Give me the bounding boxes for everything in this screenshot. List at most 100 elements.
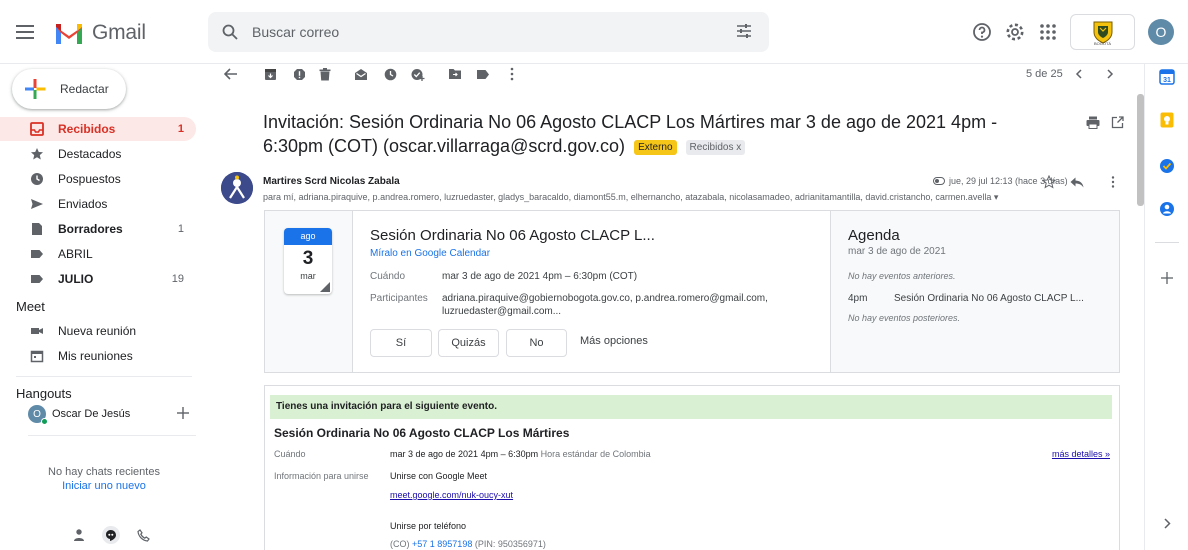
- calendar-day: 3: [302, 248, 314, 269]
- google-calendar-icon[interactable]: 31: [1158, 68, 1176, 86]
- contacts-person-icon[interactable]: [70, 526, 88, 544]
- mark-unread-icon[interactable]: [351, 64, 371, 84]
- unread-count: 1: [177, 123, 184, 135]
- label-tag-icon[interactable]: [473, 64, 493, 84]
- search-icon[interactable]: [222, 24, 238, 40]
- search-input[interactable]: [252, 24, 672, 40]
- rsvp-no-button[interactable]: No: [506, 329, 567, 357]
- compose-button[interactable]: Redactar: [12, 69, 126, 109]
- help-icon[interactable]: [970, 20, 994, 44]
- phone-country: (CO): [390, 539, 410, 549]
- star-message-icon[interactable]: [1042, 175, 1056, 189]
- meet-link[interactable]: meet.google.com/nuk-oucy-xut: [390, 490, 513, 500]
- older-chevron-right-icon[interactable]: [1104, 68, 1116, 80]
- scrollbar-thumb[interactable]: [1137, 94, 1144, 206]
- view-in-calendar-link[interactable]: Míralo en Google Calendar: [370, 248, 490, 259]
- nav-item-starred[interactable]: Destacados: [0, 142, 196, 166]
- event-title: Sesión Ordinaria No 06 Agosto CLACP L...: [370, 227, 655, 244]
- reply-arrow-icon[interactable]: [1070, 175, 1084, 189]
- agenda-event-title: Sesión Ordinaria No 06 Agosto CLACP L...: [894, 293, 1084, 304]
- google-keep-icon[interactable]: [1158, 111, 1176, 129]
- nav-item-inbox[interactable]: Recibidos 1: [0, 117, 196, 141]
- google-tasks-icon[interactable]: [1158, 157, 1176, 175]
- star-icon: [30, 147, 44, 161]
- apps-grid-icon[interactable]: [1036, 20, 1060, 44]
- rsvp-yes-button[interactable]: Sí: [370, 329, 432, 357]
- external-label-chip[interactable]: Externo: [634, 139, 677, 155]
- nav-item-label: Destacados: [58, 147, 122, 161]
- more-details-link[interactable]: más detalles »: [1052, 449, 1110, 459]
- agenda-title: Agenda: [848, 227, 900, 244]
- message-more-icon[interactable]: [1106, 175, 1120, 189]
- account-avatar[interactable]: O: [1148, 19, 1174, 45]
- nav-item-label: JULIO: [58, 272, 94, 286]
- main-menu-icon[interactable]: [14, 20, 38, 44]
- move-to-folder-icon[interactable]: [445, 64, 465, 84]
- nav-item-sent[interactable]: Enviados: [0, 192, 196, 216]
- phone-number-link[interactable]: +57 1 8957198: [412, 539, 472, 549]
- participants-value-more[interactable]: luzruedaster@gmail.com...: [442, 305, 561, 318]
- meet-my-meetings[interactable]: Mis reuniones: [0, 344, 196, 368]
- hangouts-user[interactable]: O Oscar De Jesús: [28, 405, 196, 425]
- meet-new-meeting[interactable]: Nueva reunión: [0, 319, 196, 343]
- start-new-chat-link[interactable]: Iniciar uno nuevo: [0, 480, 208, 492]
- agenda-date: mar 3 de ago de 2021: [848, 246, 946, 257]
- side-panel-divider: [1155, 242, 1179, 243]
- sender-avatar[interactable]: [221, 172, 253, 204]
- snooze-clock-icon[interactable]: [380, 64, 400, 84]
- gmail-m-icon: [56, 24, 82, 44]
- when-value: mar 3 de ago de 2021 4pm – 6:30pm (COT): [442, 271, 638, 282]
- nav-item-label-abril[interactable]: ABRIL: [0, 242, 196, 266]
- back-arrow-icon[interactable]: [221, 64, 241, 84]
- invitation-title: Sesión Ordinaria No 06 Agosto CLACP Los …: [274, 426, 570, 440]
- phone-call-icon[interactable]: [134, 526, 152, 544]
- calendar-invite-card: ago 3 mar Sesión Ordinaria No 06 Agosto …: [264, 210, 1120, 373]
- rsvp-more-options[interactable]: Más opciones: [580, 335, 648, 347]
- meet-url[interactable]: meet.google.com/nuk-oucy-xut: [390, 490, 513, 500]
- message-scrollbar[interactable]: [1134, 94, 1144, 550]
- invite-timezone: Hora estándar de Colombia: [540, 449, 651, 459]
- archive-icon[interactable]: [260, 64, 280, 84]
- app-name: Gmail: [92, 21, 146, 44]
- search-options-icon[interactable]: [735, 22, 753, 40]
- rsvp-maybe-button[interactable]: Quizás: [438, 329, 499, 357]
- nav-item-label: Mis reuniones: [58, 349, 133, 363]
- gmail-logo[interactable]: Gmail: [54, 18, 146, 48]
- calendar-weekday: mar: [300, 271, 316, 281]
- no-chats-text: No hay chats recientes: [48, 466, 160, 478]
- page-curl-icon: [320, 282, 330, 292]
- report-spam-icon[interactable]: [289, 64, 309, 84]
- hangouts-divider: [28, 435, 196, 436]
- nav-item-drafts[interactable]: Borradores 1: [0, 217, 196, 241]
- recipients-list[interactable]: para mí, adriana.piraquive, p.andrea.rom…: [263, 192, 1123, 203]
- sender-name[interactable]: Martires Scrd Nicolas Zabala: [263, 176, 400, 187]
- delete-trash-icon[interactable]: [315, 64, 335, 84]
- google-contacts-icon[interactable]: [1158, 200, 1176, 218]
- hangouts-section-title: Hangouts: [16, 386, 72, 401]
- no-next-events: No hay eventos posteriores.: [848, 313, 961, 323]
- inbox-label-chip[interactable]: Recibidos x: [685, 139, 746, 155]
- print-icon[interactable]: [1085, 114, 1101, 130]
- invite-when-time: mar 3 de ago de 2021 4pm – 6:30pm: [390, 449, 539, 459]
- nav-item-label-julio[interactable]: JULIO 19: [0, 267, 196, 291]
- add-chat-icon[interactable]: [176, 406, 190, 420]
- compose-label: Redactar: [60, 82, 109, 96]
- open-in-new-window-icon[interactable]: [1109, 114, 1125, 130]
- agenda-event[interactable]: 4pm Sesión Ordinaria No 06 Agosto CLACP L…: [848, 293, 1084, 304]
- newer-chevron-left-icon[interactable]: [1072, 68, 1084, 80]
- more-options-icon[interactable]: [502, 64, 522, 84]
- invitation-body: Tienes una invitación para el siguiente …: [264, 385, 1120, 550]
- settings-gear-icon[interactable]: [1003, 20, 1027, 44]
- search-bar[interactable]: [208, 12, 769, 52]
- hangouts-chat-icon[interactable]: [102, 526, 120, 544]
- get-addons-plus-icon[interactable]: [1158, 269, 1176, 287]
- svg-text:31: 31: [1163, 77, 1171, 84]
- organization-logo[interactable]: BOGOTÁ: [1070, 14, 1135, 50]
- calendar-month: ago: [284, 228, 332, 245]
- participants-value[interactable]: adriana.piraquive@gobiernobogota.gov.co,…: [442, 292, 768, 305]
- online-status-dot: [41, 418, 48, 425]
- hangouts-user-name: Oscar De Jesús: [52, 408, 131, 420]
- expand-panel-chevron-icon[interactable]: [1158, 514, 1176, 532]
- add-to-tasks-icon[interactable]: [408, 64, 428, 84]
- nav-item-snoozed[interactable]: Pospuestos: [0, 167, 196, 191]
